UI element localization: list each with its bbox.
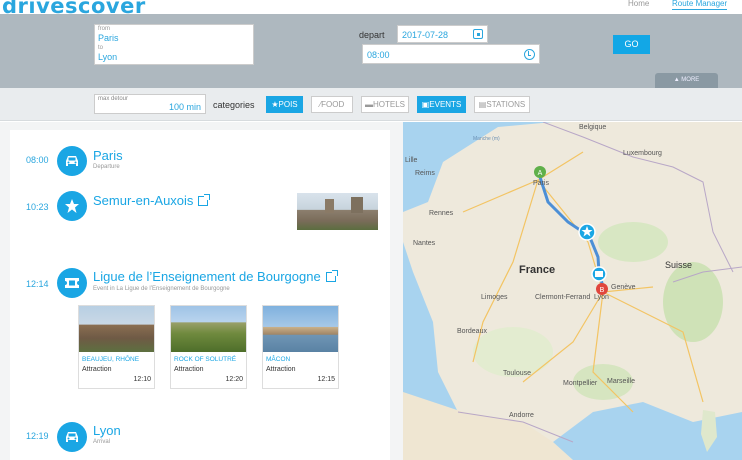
origin-destination-box[interactable]: from Paris to Lyon [94, 24, 254, 65]
go-button[interactable]: GO [613, 35, 650, 54]
map-label-city: Reims [415, 170, 435, 177]
map-attribution: Manche (m) [473, 136, 500, 142]
calendar-icon[interactable] [473, 29, 483, 39]
stop-subtitle-lyon: Arrival [93, 439, 111, 445]
attraction-time: 12:20 [225, 376, 243, 383]
poi-event-marker[interactable] [591, 266, 607, 282]
attraction-photo [263, 306, 338, 352]
bed-icon: ▬ [364, 100, 373, 109]
poi-star-marker[interactable] [578, 223, 596, 241]
car-icon [57, 422, 87, 452]
attraction-type: Attraction [266, 366, 296, 373]
attraction-name: BEAUJEU, RHÔNE [82, 356, 140, 363]
ticket-icon [57, 268, 87, 298]
map-canvas: A B [403, 122, 742, 460]
map-label-city: Toulouse [503, 370, 532, 377]
stop-title-semur[interactable]: Semur-en-Auxois [93, 193, 211, 208]
category-stations-button[interactable]: ▤STATIONS [474, 96, 530, 113]
external-link-icon[interactable] [198, 194, 211, 206]
map-label-city: Paris [533, 180, 549, 187]
attraction-name: MÂCON [266, 356, 291, 363]
stop-time-lyon: 12:19 [26, 431, 49, 441]
date-input[interactable]: 2017-07-28 [397, 25, 488, 43]
max-detour-label: max detour [98, 96, 129, 102]
route-map[interactable]: A B Belgique Luxembourg France Suisse Pa… [403, 122, 742, 460]
category-pois-button[interactable]: ★POIS [266, 96, 303, 113]
date-value: 2017-07-28 [402, 30, 449, 40]
map-label-city: Lyon [594, 294, 609, 301]
attraction-time: 12:10 [133, 376, 151, 383]
attraction-time: 12:15 [317, 376, 335, 383]
route-planner-panel: from Paris to Lyon depart 2017-07-28 08:… [0, 14, 742, 88]
map-label-city: Clermont-Ferrand [535, 294, 591, 301]
stop-title-paris[interactable]: Paris [93, 148, 123, 163]
stop-subtitle-paris: Departure [93, 164, 120, 170]
attraction-card-beaujeu[interactable]: BEAUJEU, RHÔNE Attraction 12:10 [78, 305, 155, 389]
max-detour-input[interactable]: max detour 100 min [94, 94, 206, 114]
clock-icon[interactable] [524, 49, 535, 60]
stop-subtitle-event: Event in La Ligue de l’Enseignement de B… [93, 286, 230, 292]
max-detour-value: 100 min [168, 102, 201, 112]
attraction-name: ROCK OF SOLUTRÉ [174, 356, 237, 363]
category-events-label: EVENTS [429, 100, 462, 109]
filter-bar: max detour 100 min categories ★POIS ⁄FOO… [0, 88, 742, 121]
attraction-photo [79, 306, 154, 352]
map-label-city: Lille [405, 157, 418, 164]
time-value: 08:00 [367, 50, 390, 60]
map-label-city: Bordeaux [457, 328, 487, 335]
nav-home-link[interactable]: Home [628, 0, 649, 8]
more-toggle[interactable]: ▲ MORE [655, 73, 718, 88]
from-label: from [98, 26, 110, 32]
to-label: to [98, 45, 104, 51]
svg-text:A: A [538, 170, 543, 177]
from-input[interactable]: Paris [98, 33, 119, 43]
map-label-city: Marseille [607, 378, 636, 385]
car-icon [57, 146, 87, 176]
map-label-city: Genève [611, 284, 636, 291]
map-label-city: Andorre [509, 412, 534, 419]
star-icon [57, 191, 87, 221]
category-hotels-button[interactable]: ▬HOTELS [361, 96, 409, 113]
stop-title-lyon[interactable]: Lyon [93, 423, 121, 438]
stop-title-event-text: Ligue de l’Enseignement de Bourgogne [93, 269, 321, 284]
time-input[interactable]: 08:00 [362, 44, 540, 64]
to-input[interactable]: Lyon [98, 52, 117, 62]
attraction-type: Attraction [82, 366, 112, 373]
attraction-card-solutre[interactable]: ROCK OF SOLUTRÉ Attraction 12:20 [170, 305, 247, 389]
stop-time-event: 12:14 [26, 279, 49, 289]
svg-text:B: B [600, 287, 605, 294]
category-stations-label: STATIONS [486, 100, 526, 109]
attraction-photo [171, 306, 246, 352]
external-link-icon[interactable] [325, 270, 338, 282]
depart-label: depart [359, 30, 385, 40]
map-label-country-main: France [519, 264, 556, 276]
semur-photo[interactable] [297, 193, 378, 230]
map-label-city: Nantes [413, 240, 436, 247]
map-label-city: Montpellier [563, 380, 598, 387]
nav-route-manager-link[interactable]: Route Manager [672, 0, 728, 10]
map-label-country: Suisse [665, 260, 693, 270]
map-label-country: Luxembourg [623, 150, 662, 157]
top-bar: drivescover Home Route Manager [0, 0, 742, 18]
attraction-type: Attraction [174, 366, 204, 373]
route-marker-a[interactable]: A [534, 166, 546, 178]
stop-time-semur: 10:23 [26, 202, 49, 212]
categories-label: categories [213, 100, 255, 110]
stop-title-semur-text: Semur-en-Auxois [93, 193, 194, 208]
stop-title-event[interactable]: Ligue de l’Enseignement de Bourgogne [93, 269, 338, 284]
map-label-city: Limoges [481, 294, 508, 301]
stop-time-paris: 08:00 [26, 155, 49, 165]
category-food-label: FOOD [321, 100, 345, 109]
category-food-button[interactable]: ⁄FOOD [311, 96, 353, 113]
attraction-card-macon[interactable]: MÂCON Attraction 12:15 [262, 305, 339, 389]
map-label-country: Belgique [579, 124, 607, 131]
map-label-city: Rennes [429, 210, 454, 217]
category-events-button[interactable]: ▣EVENTS [417, 96, 466, 113]
category-hotels-label: HOTELS [372, 100, 405, 109]
category-pois-label: ★POIS [271, 100, 298, 109]
